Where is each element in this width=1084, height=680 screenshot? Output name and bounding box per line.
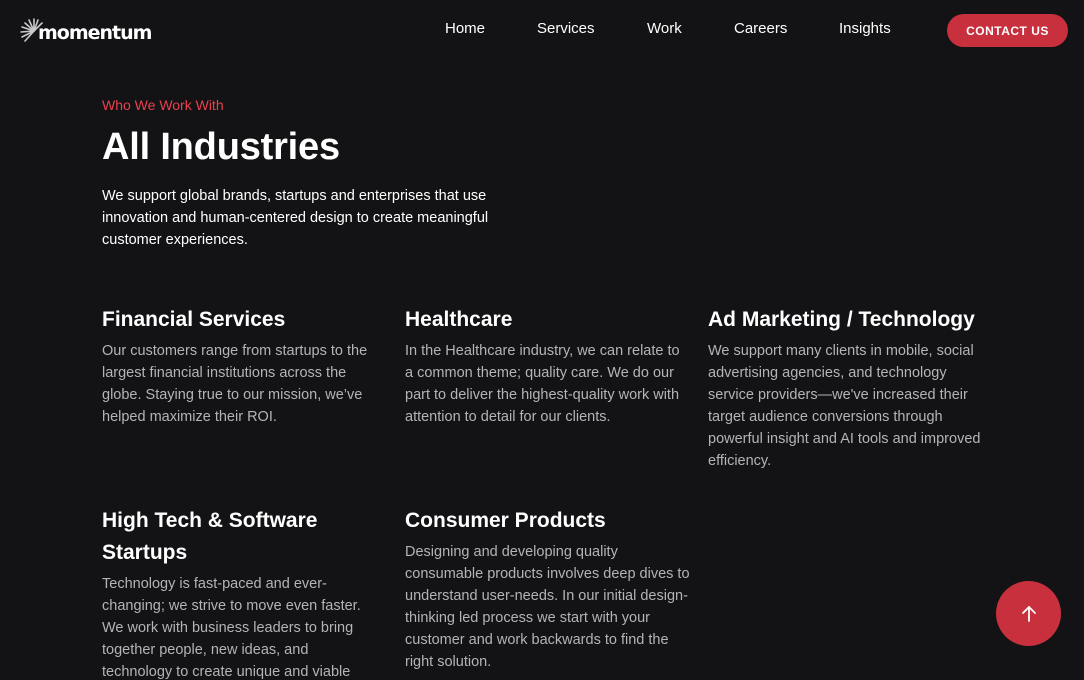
page-title: All Industries — [102, 126, 340, 168]
industry-description: In the Healthcare industry, we can relat… — [405, 343, 680, 425]
nav-item-services[interactable]: Services — [537, 20, 595, 37]
industry-description: Designing and developing quality consuma… — [405, 544, 690, 670]
industry-description: Our customers range from startups to the… — [102, 343, 368, 425]
logo-text: momentum — [38, 22, 152, 44]
industry-title: Ad Marketing / Technology — [708, 308, 975, 331]
back-to-top-button[interactable] — [996, 581, 1061, 646]
nav-item-home[interactable]: Home — [445, 20, 485, 37]
nav-item-careers[interactable]: Careers — [734, 20, 787, 37]
industry-title: High Tech & Software Startups — [102, 509, 318, 564]
industry-card-high-tech-software: High Tech & Software Startups Technology… — [102, 505, 370, 680]
contact-us-button[interactable]: CONTACT US — [947, 14, 1068, 47]
industry-card-financial-services: Financial Services Our customers range f… — [102, 304, 387, 428]
industry-description: We support many clients in mobile, socia… — [708, 343, 981, 469]
industry-description: Technology is fast-paced and ever-changi… — [102, 576, 361, 680]
nav-item-work[interactable]: Work — [647, 20, 682, 37]
section-eyebrow: Who We Work With — [102, 97, 224, 113]
intro-description: We support global brands, startups and e… — [102, 188, 489, 248]
industry-card-consumer-products: Consumer Products Designing and developi… — [405, 505, 690, 673]
industry-card-ad-marketing-technology: Ad Marketing / Technology We support man… — [708, 304, 988, 472]
nav-item-insights[interactable]: Insights — [839, 20, 891, 37]
arrow-up-icon — [1021, 605, 1036, 622]
logo[interactable]: momentum — [20, 15, 152, 47]
site-header: momentum Home Services Work Careers Insi… — [0, 0, 1084, 60]
industry-title: Healthcare — [405, 308, 513, 331]
industry-title: Financial Services — [102, 308, 286, 331]
industry-title: Consumer Products — [405, 509, 606, 532]
industry-card-healthcare: Healthcare In the Healthcare industry, w… — [405, 304, 690, 428]
